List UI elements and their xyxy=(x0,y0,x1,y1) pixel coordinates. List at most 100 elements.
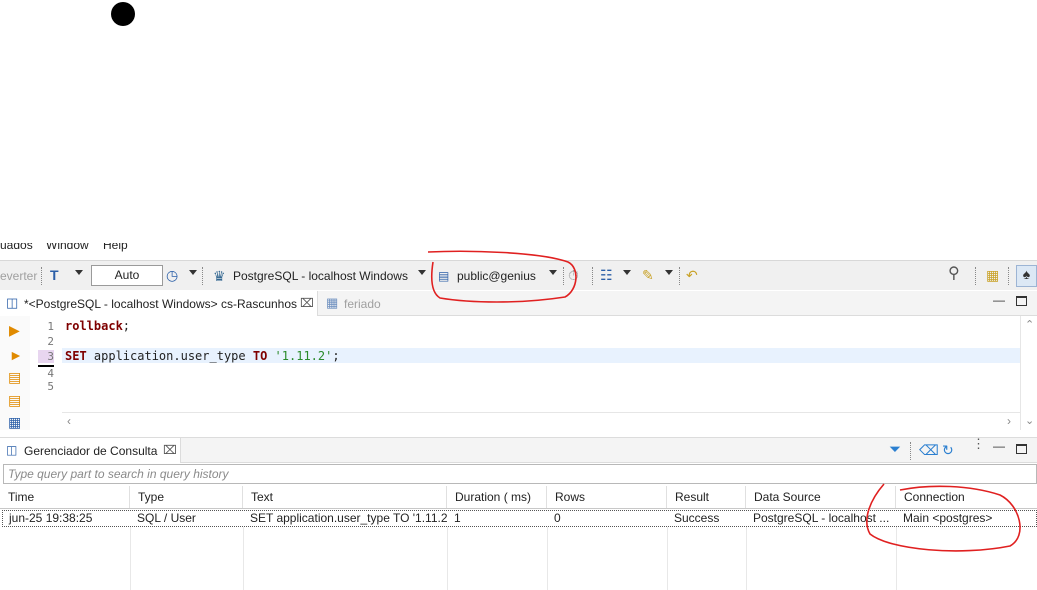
table-cell: PostgreSQL - localhost ... xyxy=(753,511,890,525)
chevron-down-icon[interactable] xyxy=(623,270,631,275)
column-divider xyxy=(130,527,131,590)
query-history-table: Time Type Text Duration ( ms) Rows Resul… xyxy=(0,486,1037,590)
column-divider xyxy=(667,527,668,590)
close-icon[interactable]: ⌧ xyxy=(300,296,314,310)
schema-icon: ▤ xyxy=(438,269,450,283)
chevron-down-icon[interactable] xyxy=(189,270,197,275)
menu-bar: uados Window Help xyxy=(0,243,1037,257)
black-dot-marker xyxy=(111,2,135,26)
column-header-time[interactable]: Time xyxy=(0,486,130,508)
execute-new-tab-icon[interactable]: ► xyxy=(9,347,23,363)
postgresql-icon: ♛ xyxy=(213,268,226,284)
chevron-down-icon[interactable] xyxy=(418,270,426,275)
scroll-up-icon[interactable]: ⌃ xyxy=(1025,318,1034,331)
line-number: 3 xyxy=(38,350,54,363)
view-menu-icon[interactable]: ⋮ xyxy=(972,437,985,450)
execute-script-icon[interactable]: ▤ xyxy=(8,369,21,385)
keyword: rollback xyxy=(65,319,123,333)
datasource-selector[interactable]: PostgreSQL - localhost Windows xyxy=(233,269,408,283)
column-header-text[interactable]: Text xyxy=(243,486,447,508)
revert-label[interactable]: everter xyxy=(0,269,37,283)
explain-plan-icon[interactable]: ▦ xyxy=(8,414,21,430)
menu-item-dados[interactable]: uados xyxy=(0,243,33,252)
network-icon[interactable]: ☷ xyxy=(600,267,613,283)
minimize-icon[interactable]: — xyxy=(993,439,1005,453)
commit-mode-combo[interactable]: Auto xyxy=(91,265,163,286)
refresh-icon[interactable]: ↻ xyxy=(942,442,954,458)
search-input[interactable] xyxy=(4,465,1036,483)
timer-icon[interactable]: ⏱ xyxy=(568,267,579,283)
line-number: 2 xyxy=(47,335,54,348)
history-icon[interactable]: ◷ xyxy=(166,267,178,283)
vertical-scrollbar[interactable]: ⌃ ⌄ xyxy=(1020,316,1037,430)
pencil-icon[interactable]: ✎ xyxy=(642,267,654,283)
filter-icon[interactable]: ⏷ xyxy=(889,442,901,458)
column-divider xyxy=(243,527,244,590)
table-cell: SET application.user_type TO '1.11.2' xyxy=(250,511,447,525)
editor-tab-bar: ◫ *<PostgreSQL - localhost Windows> cs-R… xyxy=(0,291,1037,316)
schema-selector[interactable]: public@genius xyxy=(457,269,536,283)
chevron-down-icon[interactable] xyxy=(75,270,83,275)
back-arrow-icon[interactable]: ↶ xyxy=(686,267,698,283)
scroll-down-icon[interactable]: ⌄ xyxy=(1025,414,1034,427)
tab-label: *<PostgreSQL - localhost Windows> cs-Ras… xyxy=(24,297,298,311)
horizontal-scrollbar[interactable]: ‹ › xyxy=(62,412,1020,428)
tab-label: feriado xyxy=(344,297,381,311)
toolbar-separator xyxy=(41,267,42,285)
column-divider xyxy=(746,527,747,590)
toolbar-separator xyxy=(975,267,976,285)
toolbar-separator xyxy=(202,267,203,285)
toolbar-separator xyxy=(910,442,911,460)
sql-editor[interactable]: ▶ ► ▤ ▤ ▦ 1 2 3 4 5 rollback; SET applic… xyxy=(0,316,1037,430)
main-toolbar: everter T Auto ◷ ♛ PostgreSQL - localhos… xyxy=(0,260,1037,290)
tab-query-manager[interactable]: ◫ Gerenciador de Consulta ⌧ xyxy=(0,438,181,463)
line-number: 5 xyxy=(47,380,54,393)
column-header-duration[interactable]: Duration ( ms) xyxy=(447,486,547,508)
transaction-mode-icon[interactable]: T xyxy=(50,267,59,283)
tab-feriado[interactable]: ▦ feriado xyxy=(322,291,392,316)
search-icon[interactable]: ⚲ xyxy=(948,266,960,282)
execute-statement-icon[interactable]: ▶ xyxy=(9,322,20,338)
close-icon[interactable]: ⌧ xyxy=(163,443,177,457)
string-literal: '1.11.2' xyxy=(274,349,333,363)
sql-script-icon: ◫ xyxy=(6,295,19,310)
scroll-left-icon[interactable]: ‹ xyxy=(67,414,71,428)
column-divider xyxy=(896,527,897,590)
table-cell: Success xyxy=(674,511,720,525)
table-cell: Main <postgres> xyxy=(903,511,993,525)
clear-history-icon[interactable]: ⌫ xyxy=(919,442,939,458)
maximize-icon[interactable] xyxy=(1016,444,1027,454)
menu-item-help[interactable]: Help xyxy=(103,243,128,252)
chevron-down-icon[interactable] xyxy=(665,270,673,275)
tab-cs-rascunhos[interactable]: ◫ *<PostgreSQL - localhost Windows> cs-R… xyxy=(0,291,318,316)
query-history-search xyxy=(3,464,1037,484)
identifier: application.user_type xyxy=(86,349,253,363)
dbeaver-perspective-icon[interactable]: ♠ xyxy=(1016,265,1037,287)
column-divider xyxy=(547,527,548,590)
header-divider xyxy=(0,508,1037,509)
code-line-1: rollback; xyxy=(65,319,130,333)
column-header-result[interactable]: Result xyxy=(667,486,746,508)
column-header-connection[interactable]: Connection xyxy=(896,486,1037,508)
menu-item-window[interactable]: Window xyxy=(46,243,89,252)
column-header-type[interactable]: Type xyxy=(130,486,243,508)
execute-script-new-tab-icon[interactable]: ▤ xyxy=(8,392,21,408)
line-number: 1 xyxy=(47,320,54,333)
minimize-icon[interactable]: — xyxy=(993,293,1005,307)
panel-tab-bar: ◫ Gerenciador de Consulta ⌧ ⏷ ⌫ ↻ ⋮ — xyxy=(0,437,1037,463)
toolbar-separator xyxy=(563,267,564,285)
query-manager-icon: ◫ xyxy=(6,443,18,457)
chevron-down-icon[interactable] xyxy=(549,270,557,275)
punctuation: ; xyxy=(332,349,340,363)
table-cell: jun-25 19:38:25 xyxy=(9,511,93,525)
keyword: SET xyxy=(65,349,87,363)
perspective-icon[interactable]: ▦ xyxy=(986,267,999,283)
code-line-3: SET application.user_type TO '1.11.2'; xyxy=(65,349,340,363)
toolbar-separator xyxy=(679,267,680,285)
column-header-data-source[interactable]: Data Source xyxy=(746,486,896,508)
scroll-right-icon[interactable]: › xyxy=(1007,414,1011,428)
column-header-rows[interactable]: Rows xyxy=(547,486,667,508)
maximize-icon[interactable] xyxy=(1016,296,1027,306)
table-cell: SQL / User xyxy=(137,511,196,525)
editor-side-toolbar: ▶ ► ▤ ▤ ▦ xyxy=(0,316,30,430)
